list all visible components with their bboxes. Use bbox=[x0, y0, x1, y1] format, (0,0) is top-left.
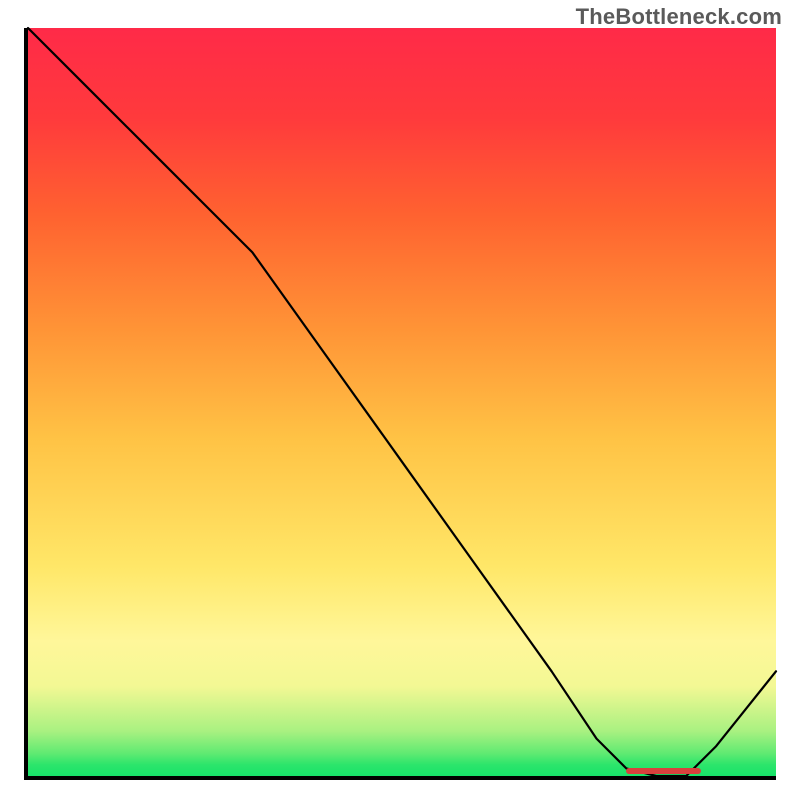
chart-container: TheBottleneck.com bbox=[0, 0, 800, 800]
minimum-marker bbox=[626, 768, 701, 774]
axis-x bbox=[24, 776, 776, 780]
curve-path bbox=[28, 28, 776, 776]
plot-area bbox=[24, 28, 776, 780]
bottleneck-curve bbox=[28, 28, 776, 776]
watermark-text: TheBottleneck.com bbox=[576, 4, 782, 30]
axis-y bbox=[24, 28, 28, 780]
